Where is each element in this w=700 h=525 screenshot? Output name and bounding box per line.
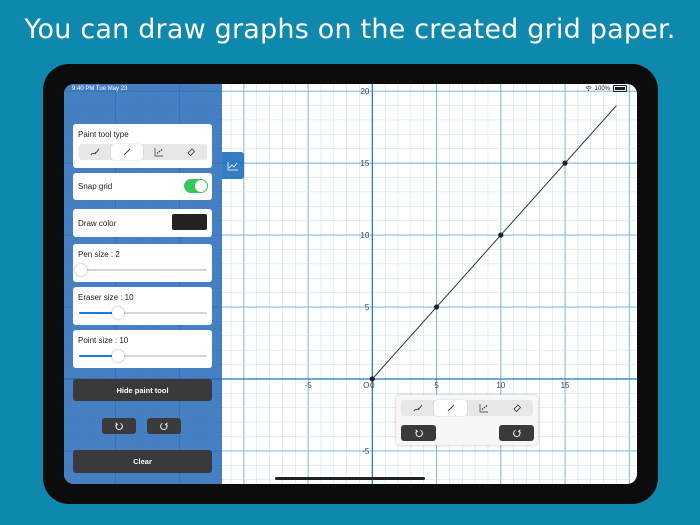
chart-icon	[227, 161, 238, 170]
x-tick-label: 10	[496, 381, 505, 390]
eraser-size-card: Eraser size : 10	[73, 287, 212, 325]
pen-size-label: Pen size : 2	[78, 250, 120, 259]
pen-size-slider-thumb[interactable]	[75, 264, 87, 276]
y-tick-label: 5	[365, 303, 370, 312]
pen-size-slider[interactable]	[75, 264, 207, 276]
floating-scatter-tool-button[interactable]	[467, 400, 500, 416]
home-indicator	[275, 477, 425, 480]
draw-color-label: Draw color	[78, 219, 117, 228]
paint-tool-type-label: Paint tool type	[78, 130, 129, 139]
undo-icon	[115, 422, 123, 430]
freehand-pen-icon	[90, 148, 100, 156]
line-icon	[123, 148, 131, 156]
draw-color-card: Draw color	[73, 209, 212, 237]
line-icon	[447, 404, 454, 412]
x-tick-label: -5	[305, 381, 313, 390]
x-tick-label: 5	[434, 381, 439, 390]
eraser-icon	[512, 404, 521, 413]
floating-undo-button[interactable]	[401, 425, 436, 441]
freehand-pen-button[interactable]	[79, 144, 111, 160]
origin-label: O	[363, 381, 369, 390]
status-time-text: 9:40 PM	[72, 86, 95, 92]
status-right: 100%	[585, 85, 627, 92]
eraser-tool-button[interactable]	[175, 144, 207, 160]
eraser-icon	[187, 148, 196, 157]
y-tick-label: 10	[360, 231, 369, 240]
line-tool-button[interactable]	[111, 144, 143, 160]
status-bar: 9:40 PM Tue May 23 100%	[64, 84, 637, 94]
undo-icon	[414, 429, 423, 437]
paint-tool-panel: Paint tool type Snap grid Draw color Pen…	[64, 84, 222, 484]
scatter-tool-button[interactable]	[143, 144, 175, 160]
data-point	[369, 376, 375, 382]
snap-grid-toggle[interactable]	[184, 179, 208, 193]
battery-icon	[613, 85, 627, 92]
undo-button[interactable]	[102, 418, 136, 434]
scatter-icon	[154, 148, 163, 157]
eraser-size-slider-thumb[interactable]	[112, 307, 124, 319]
redo-button[interactable]	[147, 418, 181, 434]
eraser-size-slider[interactable]	[79, 307, 207, 319]
data-point	[562, 160, 568, 166]
floating-tool-palette	[396, 395, 538, 445]
draw-color-swatch[interactable]	[172, 214, 207, 230]
status-time: 9:40 PM Tue May 23	[72, 86, 127, 92]
headline: You can draw graphs on the created grid …	[24, 14, 676, 45]
y-tick-label: -5	[362, 447, 370, 456]
floating-redo-button[interactable]	[499, 425, 534, 441]
eraser-size-label: Eraser size : 10	[78, 293, 134, 302]
snap-grid-label: Snap grid	[78, 182, 113, 191]
x-tick-label: 15	[561, 381, 570, 390]
data-point	[498, 232, 504, 238]
redo-icon	[512, 429, 521, 437]
status-date-text: Tue May 23	[95, 86, 128, 92]
wifi-icon	[585, 86, 592, 91]
x-tick-label: 0	[370, 381, 375, 390]
snap-grid-card: Snap grid	[73, 173, 212, 200]
data-point	[433, 304, 440, 310]
point-size-label: Point size : 10	[78, 336, 129, 345]
paint-tool-segmented-control	[79, 144, 207, 160]
clear-button[interactable]: Clear	[73, 450, 212, 473]
floating-line-tool-button[interactable]	[434, 400, 467, 416]
paint-tool-type-card: Paint tool type	[73, 124, 212, 168]
y-tick-label: 15	[360, 159, 369, 168]
point-size-slider[interactable]	[79, 350, 207, 362]
graph-mode-button[interactable]	[222, 152, 244, 179]
floating-eraser-tool-button[interactable]	[500, 400, 533, 416]
floating-tool-segmented-control	[401, 400, 533, 416]
freehand-pen-icon	[413, 404, 422, 412]
pen-size-card: Pen size : 2	[73, 244, 212, 282]
scatter-icon	[479, 404, 488, 413]
hide-paint-tool-button[interactable]: Hide paint tool	[73, 379, 212, 401]
battery-percent: 100%	[594, 85, 610, 92]
redo-icon	[160, 422, 168, 430]
point-size-card: Point size : 10	[73, 330, 212, 368]
floating-freehand-pen-button[interactable]	[401, 400, 434, 416]
screen: -5 0 5 10 15 -5 5 10 15 20 O Paint tool type Sna	[64, 84, 637, 484]
point-size-slider-thumb[interactable]	[112, 350, 124, 362]
drawn-line	[371, 105, 617, 380]
